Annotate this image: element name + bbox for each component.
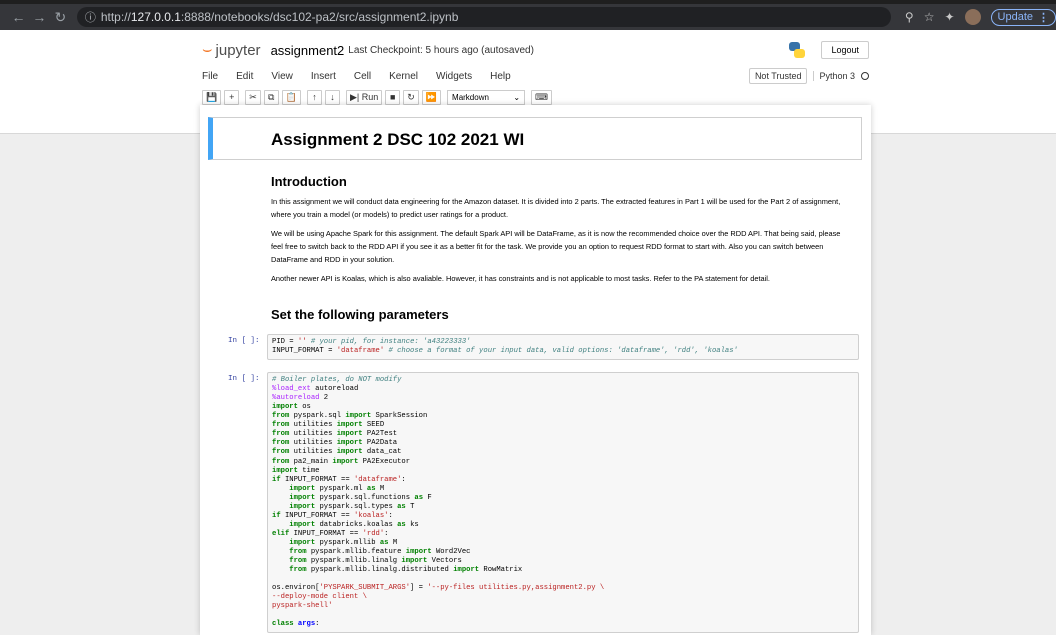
profile-avatar[interactable] xyxy=(964,9,981,25)
forward-icon[interactable]: → xyxy=(29,9,50,25)
interrupt-icon[interactable]: ■ xyxy=(385,89,401,105)
logout-button[interactable]: Logout xyxy=(821,41,869,59)
cut-icon[interactable]: ✂ xyxy=(245,89,261,105)
save-icon[interactable]: 💾 xyxy=(202,89,222,105)
insert-cell-icon[interactable]: + xyxy=(224,89,240,105)
cell-prompt: In [ ]: xyxy=(228,337,260,345)
update-button[interactable]: Update ⋮ xyxy=(990,8,1056,26)
address-bar[interactable]: ⓘ http://127.0.0.1:8888/notebooks/dsc102… xyxy=(76,7,891,27)
menu-insert[interactable]: Insert xyxy=(311,71,336,82)
more-icon[interactable]: ⋮ xyxy=(1038,11,1049,24)
update-label: Update xyxy=(997,11,1033,23)
bookmark-star-icon[interactable]: ☆ xyxy=(924,10,935,24)
notebook-page: Assignment 2 DSC 102 2021 WI Introductio… xyxy=(200,105,871,635)
keyboard-icon[interactable]: ⌨ xyxy=(531,89,553,105)
menu-help[interactable]: Help xyxy=(490,71,511,82)
kernel-idle-icon xyxy=(861,72,869,80)
notebook-title: Assignment 2 DSC 102 2021 WI xyxy=(271,130,525,149)
url-prefix: http:// xyxy=(100,10,131,24)
run-label: Run xyxy=(361,92,379,102)
kernel-name: Python 3 xyxy=(813,71,855,81)
code-editor[interactable]: # Boiler plates, do NOT modify %load_ext… xyxy=(267,372,859,634)
trust-button[interactable]: Not Trusted xyxy=(748,68,808,84)
title-cell[interactable]: Assignment 2 DSC 102 2021 WI xyxy=(208,117,862,160)
info-icon[interactable]: ⓘ xyxy=(85,9,96,25)
paste-icon[interactable]: 📋 xyxy=(281,89,301,105)
notebook-name[interactable]: assignment2 xyxy=(271,43,345,58)
menu-bar: File Edit View Insert Cell Kernel Widget… xyxy=(202,66,869,86)
intro-paragraph-3: Another newer API is Koalas, which is al… xyxy=(271,274,770,283)
move-down-icon[interactable]: ↓ xyxy=(324,89,340,105)
menu-view[interactable]: View xyxy=(271,71,293,82)
jupyter-logo[interactable]: ⌣ jupyter xyxy=(202,41,261,59)
params-heading: Set the following parameters xyxy=(271,307,449,322)
chevron-down-icon: ⌄ xyxy=(513,92,521,102)
code-cell-params: In [ ]: PID = '' # your pid, for instanc… xyxy=(200,334,871,361)
checkpoint-status: Last Checkpoint: 5 hours ago (autosaved) xyxy=(348,44,534,56)
restart-icon[interactable]: ↻ xyxy=(403,89,419,105)
intro-paragraph-2: We will be using Apache Spark for this a… xyxy=(271,229,841,264)
menu-kernel[interactable]: Kernel xyxy=(389,71,418,82)
menu-cell[interactable]: Cell xyxy=(354,71,371,82)
extensions-icon[interactable]: ✦ xyxy=(944,10,954,24)
jupyter-mark-icon: ⌣ xyxy=(202,41,213,58)
code-cell-setup: In [ ]: # Boiler plates, do NOT modify %… xyxy=(200,372,871,634)
notebook-toolbar: 💾 + ✂ ⧉ 📋 ↑ ↓ ▶| Run ■ ↻ ⏩ Markdown ⌄ ⌨ xyxy=(202,88,553,106)
url-host: 127.0.0.1 xyxy=(130,10,181,24)
intro-paragraph-1: In this assignment we will conduct data … xyxy=(271,197,841,219)
browser-toolbar: ← → ↻ ⓘ http://127.0.0.1:8888/notebooks/… xyxy=(0,4,1056,30)
python-logo-icon xyxy=(789,42,806,58)
menu-edit[interactable]: Edit xyxy=(236,71,253,82)
copy-icon[interactable]: ⧉ xyxy=(263,89,279,105)
intro-heading: Introduction xyxy=(271,174,347,189)
restart-run-all-icon[interactable]: ⏩ xyxy=(421,89,442,105)
cell-type-select[interactable]: Markdown ⌄ xyxy=(447,89,526,105)
back-icon[interactable]: ← xyxy=(8,9,29,25)
jupyter-logo-text: jupyter xyxy=(215,41,261,59)
reload-icon[interactable]: ↻ xyxy=(50,9,71,26)
run-button[interactable]: ▶| Run xyxy=(345,89,383,105)
zoom-icon[interactable]: ⚲ xyxy=(905,10,914,24)
cell-type-value: Markdown xyxy=(452,92,489,102)
menu-file[interactable]: File xyxy=(202,71,218,82)
url-path: :8888/notebooks/dsc102-pa2/src/assignmen… xyxy=(180,10,459,24)
cell-prompt: In [ ]: xyxy=(228,375,260,384)
run-icon: ▶| xyxy=(349,91,362,102)
intro-cell[interactable]: Introduction In this assignment we will … xyxy=(200,174,871,322)
menu-widgets[interactable]: Widgets xyxy=(436,71,472,82)
code-editor[interactable]: PID = '' # your pid, for instance: 'a432… xyxy=(267,334,859,361)
move-up-icon[interactable]: ↑ xyxy=(306,89,322,105)
